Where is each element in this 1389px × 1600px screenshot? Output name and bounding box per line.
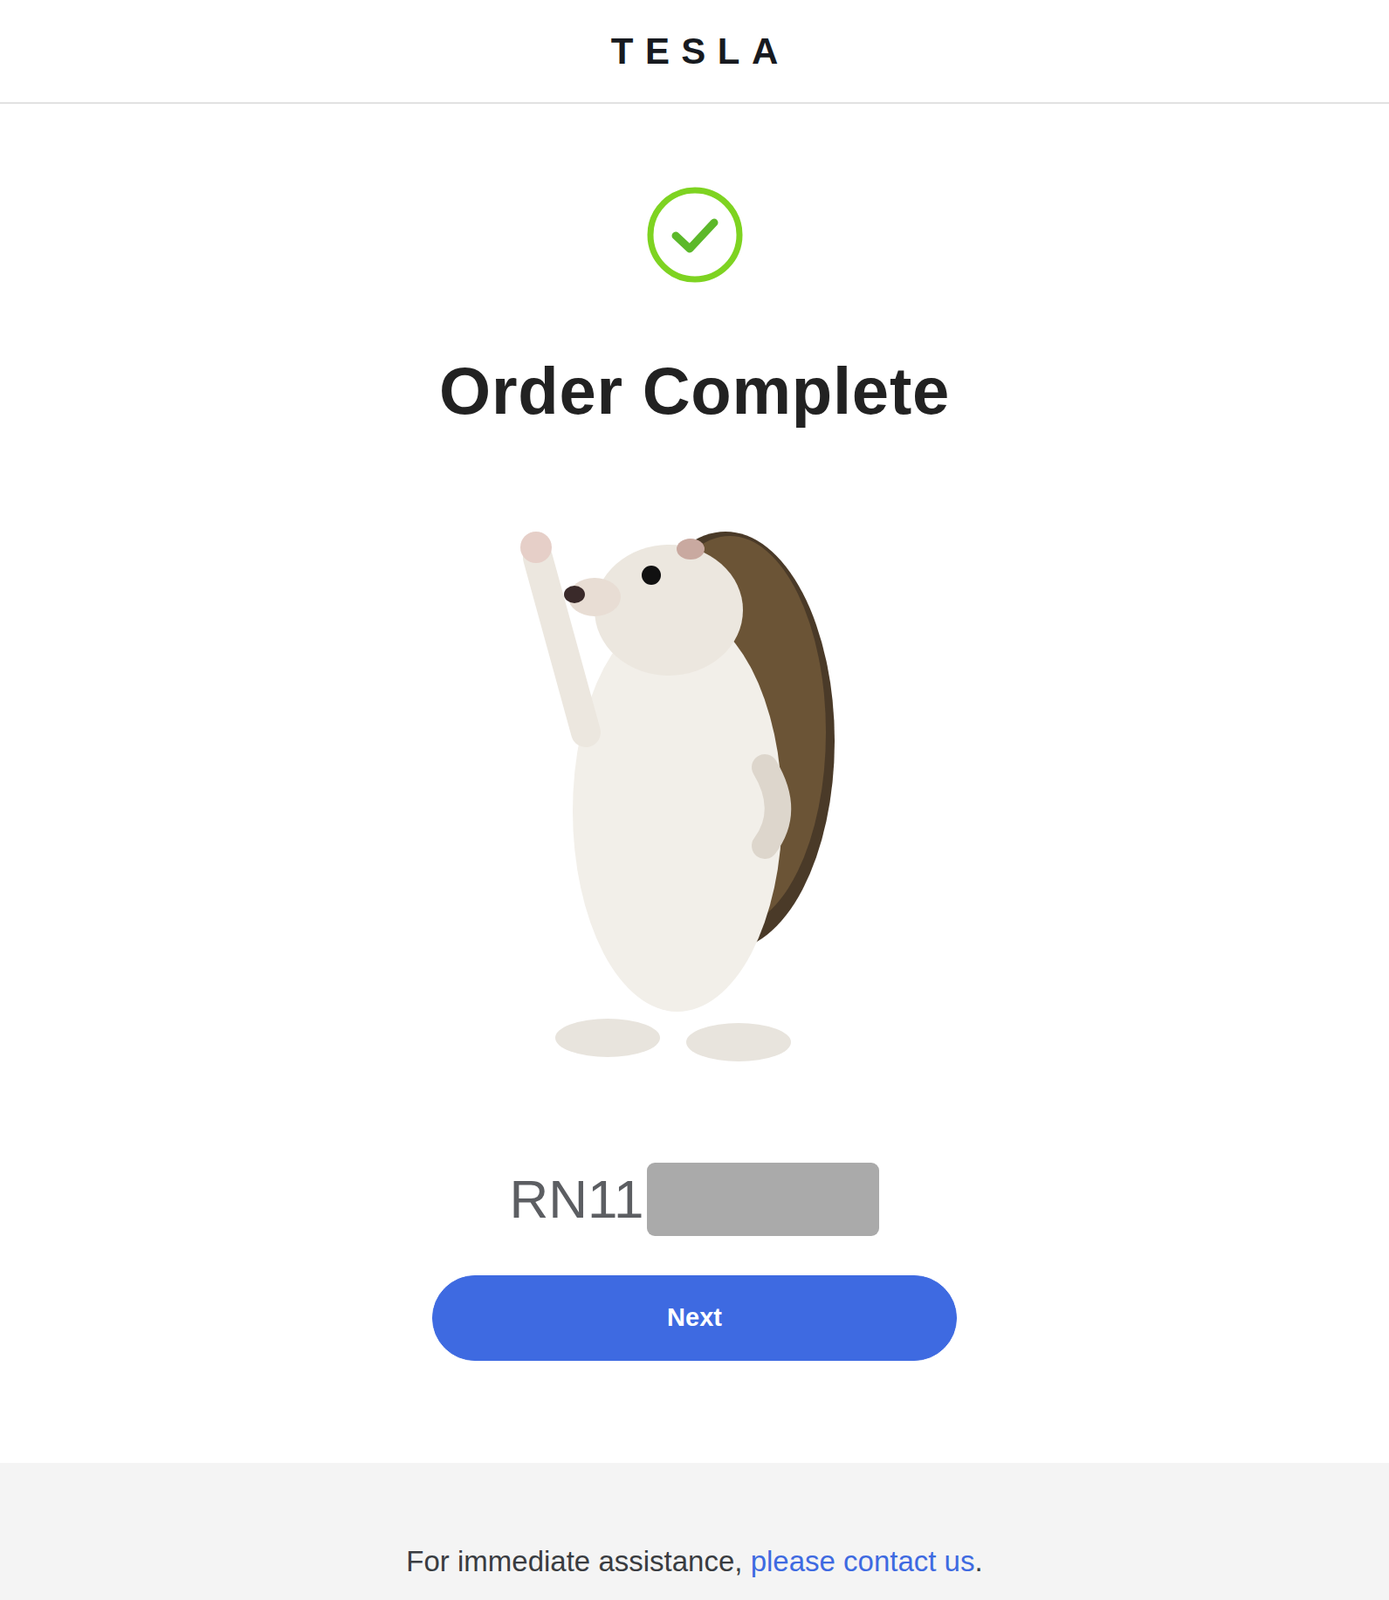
help-footer: For immediate assistance, please contact… <box>0 1463 1389 1600</box>
hedgehog-picture <box>502 479 888 1093</box>
order-number-text: RN11 <box>509 1167 645 1232</box>
tesla-logo[interactable]: TESLA <box>611 33 791 70</box>
order-number: RN11 <box>509 1162 881 1237</box>
redaction-box <box>646 1162 880 1237</box>
help-suffix: . <box>974 1545 983 1578</box>
contact-link[interactable]: please contact us <box>750 1545 976 1578</box>
help-text: For immediate assistance, <box>405 1545 750 1578</box>
order-panel: Order Complete RN11 Next <box>0 103 1389 1362</box>
success-check-icon <box>646 185 744 284</box>
order-title: Order Complete <box>439 350 950 431</box>
top-header: TESLA <box>0 0 1389 104</box>
next-button[interactable]: Next <box>432 1275 957 1362</box>
